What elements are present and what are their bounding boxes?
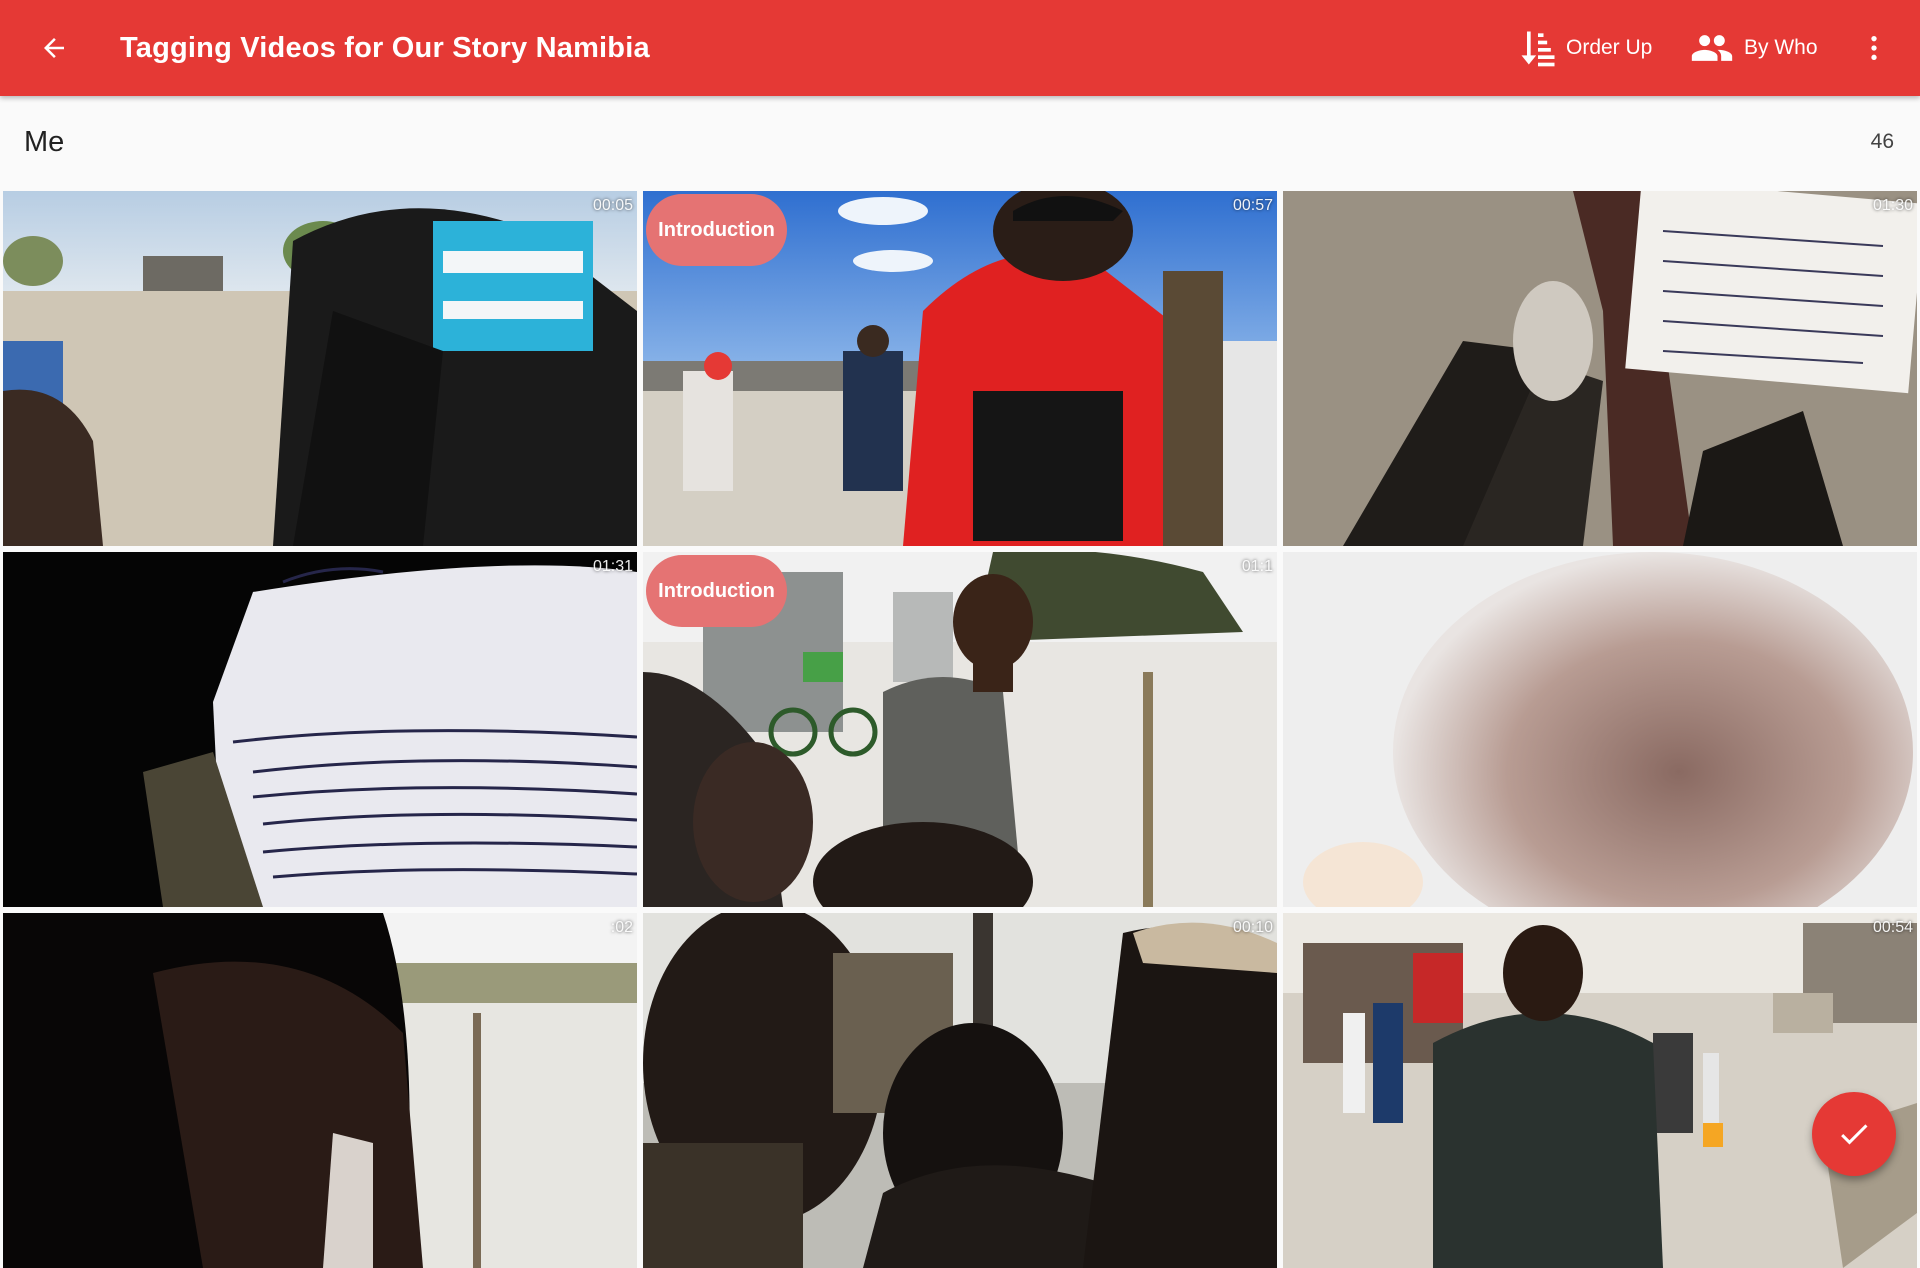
video-tile[interactable]: 00:10 (643, 913, 1277, 1268)
video-grid: 00:05 Introduction 00:57 01:30 01:31 Int… (3, 191, 1917, 1268)
video-tile[interactable]: 01:30 (1283, 191, 1917, 546)
video-duration: 00:10 (1232, 919, 1273, 936)
people-icon (1691, 35, 1733, 61)
video-tile[interactable]: :02 (3, 913, 637, 1268)
section-count: 46 (1870, 130, 1894, 153)
section-header: Me 46 (0, 96, 1920, 190)
section-title: Me (24, 126, 65, 158)
video-thumbnail (3, 552, 637, 907)
video-duration: 01:30 (1872, 197, 1913, 214)
check-icon (1841, 1124, 1868, 1145)
video-tile[interactable]: 01:31 (3, 552, 637, 907)
video-tile[interactable]: 00:54 (1283, 913, 1917, 1268)
page-title: Tagging Videos for Our Story Namibia (120, 32, 650, 64)
app-bar: Tagging Videos for Our Story Namibia Ord… (0, 0, 1920, 96)
video-tile[interactable] (1283, 552, 1917, 907)
video-duration: :02 (610, 919, 633, 936)
video-thumbnail (3, 913, 637, 1268)
overflow-menu-button[interactable] (1850, 24, 1898, 72)
confirm-fab-button[interactable] (1812, 1092, 1896, 1176)
order-up-label: Order Up (1566, 36, 1653, 59)
tag-chip: Introduction (646, 194, 787, 266)
by-who-label: By Who (1744, 36, 1818, 59)
video-duration: 01:31 (592, 558, 633, 575)
video-duration: 01:1 (1241, 558, 1273, 575)
back-button[interactable] (30, 24, 78, 72)
video-tile[interactable]: Introduction 01:1 (643, 552, 1277, 907)
order-up-button[interactable]: Order Up (1516, 24, 1652, 72)
video-duration: 00:05 (592, 197, 633, 214)
video-thumbnail (643, 913, 1277, 1268)
video-duration: 00:57 (1232, 197, 1273, 214)
video-thumbnail (1283, 191, 1917, 546)
video-tile[interactable]: Introduction 00:57 (643, 191, 1277, 546)
video-thumbnail (1283, 552, 1917, 907)
more-vert-icon (1871, 36, 1877, 60)
tag-chip: Introduction (646, 555, 787, 627)
video-thumbnail (3, 191, 637, 546)
arrow-back-icon (44, 38, 64, 58)
video-tile[interactable]: 00:05 (3, 191, 637, 546)
video-thumbnail (1283, 913, 1917, 1268)
sort-order-icon (1521, 31, 1555, 67)
by-who-button[interactable]: By Who (1686, 24, 1818, 72)
video-duration: 00:54 (1872, 919, 1913, 936)
